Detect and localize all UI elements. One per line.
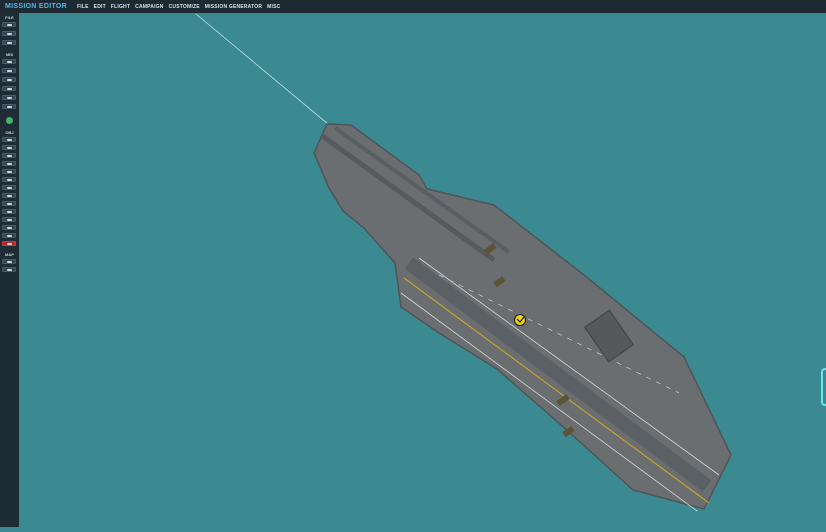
folder-button[interactable]: [2, 31, 16, 36]
ship-icon: [7, 155, 12, 157]
add-vehicle-button[interactable]: [2, 161, 16, 166]
menu-edit[interactable]: EDIT: [94, 4, 106, 10]
map-options-button[interactable]: [2, 267, 16, 272]
open-file-button[interactable]: [2, 22, 16, 27]
open-icon: [7, 24, 12, 26]
units-icon: [7, 235, 12, 237]
section-label-map: MAP: [5, 252, 14, 257]
check-icon: [7, 106, 12, 108]
menu-mission-generator[interactable]: MISSION GENERATOR: [205, 4, 262, 10]
add-template-button[interactable]: [2, 185, 16, 190]
app-title: MISSION EDITOR: [5, 3, 68, 10]
map-view[interactable]: [19, 13, 826, 527]
mission-tool-button-1[interactable]: [2, 59, 16, 64]
helicopter-icon: [7, 147, 12, 149]
mission-tool-button-2[interactable]: [2, 68, 16, 73]
main-menu: FILE EDIT FLIGHT CAMPAIGN CUSTOMIZE MISS…: [77, 4, 285, 10]
add-group-button[interactable]: [2, 225, 16, 230]
nav-point-icon: [7, 203, 12, 205]
add-static-button[interactable]: [2, 169, 16, 174]
zone-icon: [7, 179, 12, 181]
add-ship-button[interactable]: [2, 153, 16, 158]
globe-icon[interactable]: [6, 117, 13, 124]
add-infantry-button[interactable]: [2, 209, 16, 214]
save-icon: [7, 42, 12, 44]
map-canvas[interactable]: [19, 13, 826, 527]
infantry-icon: [7, 211, 12, 213]
structure-icon: [7, 219, 12, 221]
section-label-mis: MIS: [5, 52, 14, 57]
add-zone-button[interactable]: [2, 177, 16, 182]
add-helicopter-button[interactable]: [2, 145, 16, 150]
mission-tool-button-4[interactable]: [2, 86, 16, 91]
add-units-button[interactable]: [2, 233, 16, 238]
weather-icon: [7, 70, 12, 72]
vehicle-icon: [7, 163, 12, 165]
scroll-handle[interactable]: [821, 368, 826, 406]
menu-misc[interactable]: MISC: [267, 4, 280, 10]
airfield-icon: [7, 195, 12, 197]
section-label-obj: OBJ: [5, 130, 14, 135]
save-button[interactable]: [2, 40, 16, 45]
map-ruler-button[interactable]: [2, 259, 16, 264]
group-icon: [7, 227, 12, 229]
menu-flight[interactable]: FLIGHT: [111, 4, 130, 10]
delete-button[interactable]: [2, 241, 16, 246]
section-label-file: FILE: [5, 15, 14, 20]
add-airfield-button[interactable]: [2, 193, 16, 198]
mission-tool-button-5[interactable]: [2, 95, 16, 100]
menu-file[interactable]: FILE: [77, 4, 89, 10]
add-aircraft-button[interactable]: [2, 137, 16, 142]
delete-icon: [7, 243, 12, 245]
menu-customize[interactable]: CUSTOMIZE: [169, 4, 200, 10]
mission-tool-button-6[interactable]: [2, 104, 16, 109]
trigger-icon: [7, 79, 12, 81]
folder-icon: [7, 33, 12, 35]
resources-icon: [7, 97, 12, 99]
template-icon: [7, 187, 12, 189]
menu-bar: MISSION EDITOR FILE EDIT FLIGHT CAMPAIGN…: [0, 0, 826, 13]
tool-sidebar: FILE MIS OBJ MAP: [0, 13, 19, 527]
add-nav-point-button[interactable]: [2, 201, 16, 206]
static-object-icon: [7, 171, 12, 173]
unit-marker[interactable]: [514, 314, 526, 326]
aircraft-icon: [7, 139, 12, 141]
menu-campaign[interactable]: CAMPAIGN: [135, 4, 163, 10]
add-structure-button[interactable]: [2, 217, 16, 222]
briefing-icon: [7, 61, 12, 63]
map-options-icon: [7, 269, 12, 271]
mission-tool-button-3[interactable]: [2, 77, 16, 82]
goal-icon: [7, 88, 12, 90]
ruler-icon: [7, 261, 12, 263]
